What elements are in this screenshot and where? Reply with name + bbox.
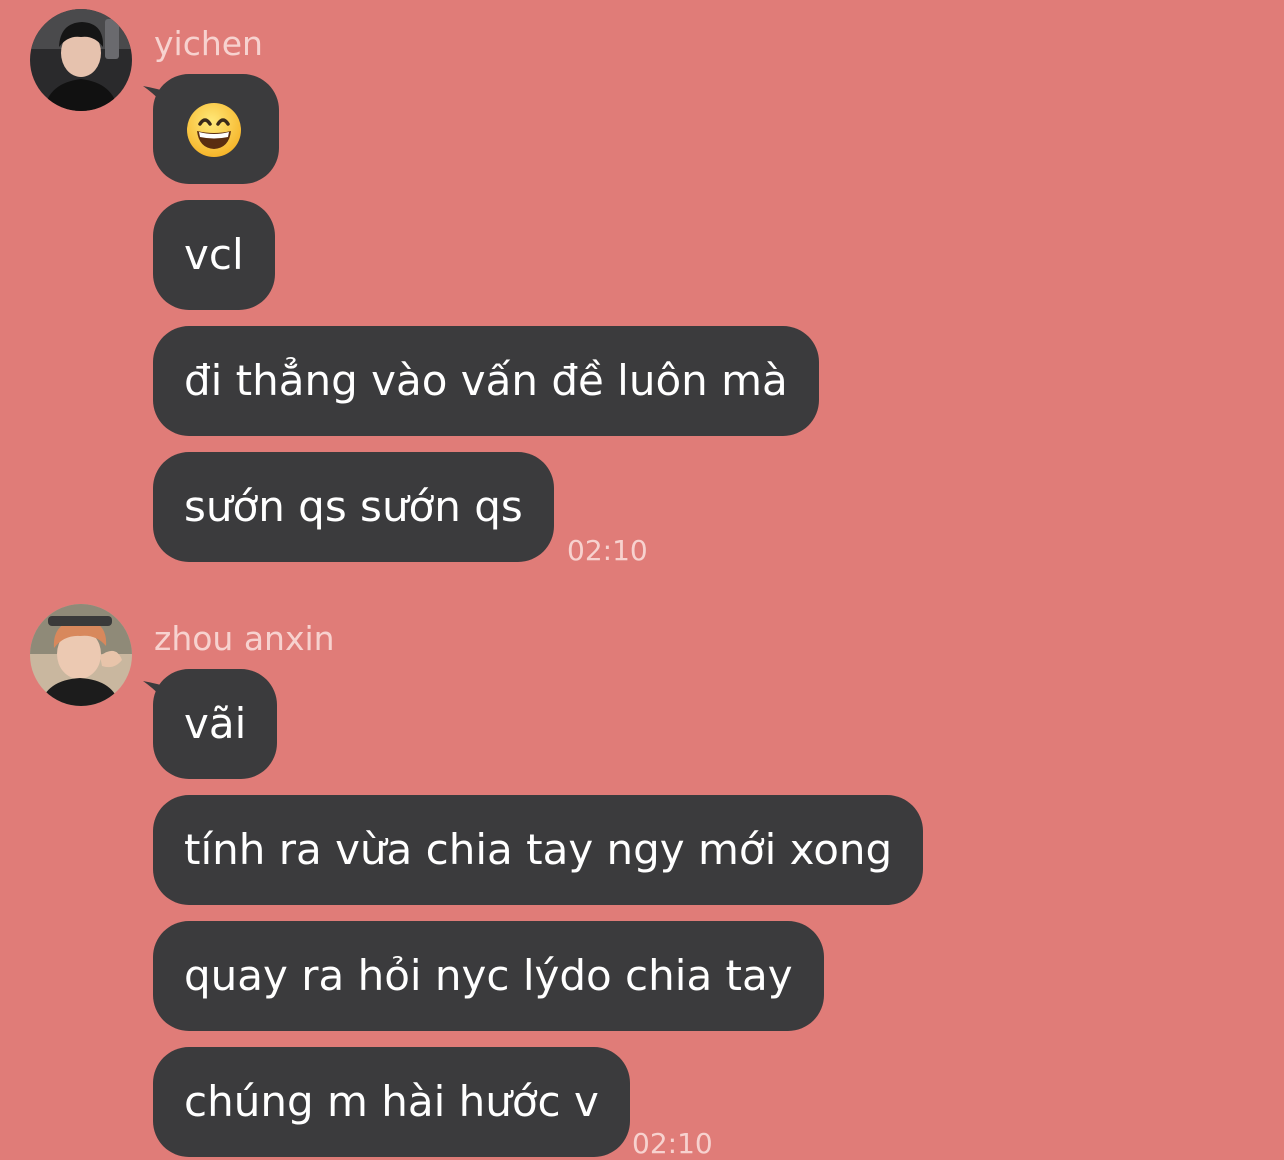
message-bubble[interactable]: tính ra vừa chia tay ngy mới xong (153, 795, 924, 905)
message-timestamp: 02:10 (632, 1127, 713, 1160)
message-timestamp: 02:10 (567, 534, 648, 567)
message-bubble[interactable]: chúng m hài hước v (153, 1047, 630, 1157)
message-bubble[interactable]: quay ra hỏi nyc lýdo chia tay (153, 921, 824, 1031)
message-bubble[interactable]: đi thẳng vào vấn đề luôn mà (153, 326, 819, 436)
sender-name: zhou anxin (154, 619, 335, 658)
avatar-zhou-anxin[interactable] (30, 604, 132, 706)
message-bubble[interactable]: vãi (153, 669, 278, 779)
avatar-yichen[interactable] (30, 9, 132, 111)
message-bubble[interactable] (153, 74, 279, 184)
message-bubble[interactable]: sướn qs sướn qs (153, 452, 554, 562)
sender-name: yichen (154, 24, 263, 63)
grinning-face-emoji-icon (187, 103, 241, 157)
message-bubble[interactable]: vcl (153, 200, 275, 310)
